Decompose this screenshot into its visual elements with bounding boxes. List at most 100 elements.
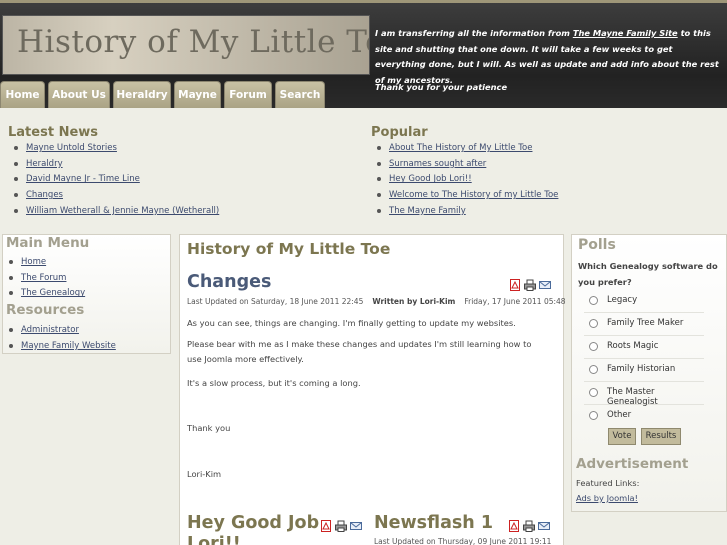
radio-button[interactable] xyxy=(589,319,598,328)
print-icon[interactable] xyxy=(335,520,347,532)
list-item: Mayne Untold Stories xyxy=(8,141,348,157)
featured-links-label: Featured Links: xyxy=(576,478,640,488)
nav-tab-about-us[interactable]: About Us xyxy=(48,81,110,108)
nav-tab-mayne[interactable]: Mayne xyxy=(174,81,221,108)
article-paragraph: As you can see, things are changing. I'm… xyxy=(187,318,516,328)
popular-link[interactable]: About The History of My Little Toe xyxy=(389,143,532,153)
list-item: About The History of My Little Toe xyxy=(371,141,711,157)
list-item: Administrator xyxy=(3,323,168,339)
article-body: As you can see, things are changing. I'm… xyxy=(187,316,547,482)
list-item: Changes xyxy=(8,188,348,204)
email-icon[interactable] xyxy=(350,520,362,532)
pdf-icon[interactable] xyxy=(508,520,520,532)
pdf-icon[interactable] xyxy=(320,520,332,532)
main-menu-genealogy-link[interactable]: The Genealogy xyxy=(21,288,85,298)
article-title[interactable]: Changes xyxy=(187,272,271,292)
article-signature: Lori-Kim xyxy=(187,468,222,479)
poll-option-label: Family Tree Maker xyxy=(607,318,684,328)
popular-link[interactable]: Surnames sought after xyxy=(389,159,486,169)
radio-button[interactable] xyxy=(589,388,598,397)
latest-news-title: Latest News xyxy=(8,125,99,140)
results-button[interactable]: Results xyxy=(641,428,681,445)
article-paragraph: Thank you xyxy=(187,423,231,433)
page-title: History of My Little Toe xyxy=(187,240,391,258)
list-item: Home xyxy=(3,255,168,271)
list-item: Mayne Family Website xyxy=(3,339,168,355)
list-item: The Forum xyxy=(3,271,168,287)
resources-list: Administrator Mayne Family Website xyxy=(3,323,168,354)
list-item: David Mayne Jr - Time Line xyxy=(8,172,348,188)
email-icon[interactable] xyxy=(539,279,551,291)
main-menu-forum-link[interactable]: The Forum xyxy=(21,273,66,283)
main-menu-home-link[interactable]: Home xyxy=(21,257,46,267)
logo-text: History of My Little Toe xyxy=(17,24,370,60)
ads-by-joomla-link[interactable]: Ads by Joomla! xyxy=(576,493,638,503)
nav-tab-home[interactable]: Home xyxy=(0,81,45,108)
latest-news-link[interactable]: William Wetherall & Jennie Mayne (Wether… xyxy=(26,206,219,216)
popular-link[interactable]: Welcome to The History of my Little Toe xyxy=(389,190,558,200)
main-menu-title: Main Menu xyxy=(6,235,90,251)
latest-news-link[interactable]: Changes xyxy=(26,190,63,200)
polls-title: Polls xyxy=(578,237,616,253)
poll-option[interactable]: Legacy xyxy=(584,291,704,313)
header-top-line xyxy=(0,0,727,3)
mayne-family-website-link[interactable]: Mayne Family Website xyxy=(21,341,116,351)
article3-updated: Last Updated on Thursday, 09 June 2011 1… xyxy=(374,537,552,545)
right-sidebar: Polls Which Genealogy software do you pr… xyxy=(571,234,727,512)
article2-title[interactable]: Hey Good Job Lori!! xyxy=(187,513,319,545)
poll-option-label: Family Historian xyxy=(607,364,676,374)
list-item: William Wetherall & Jennie Mayne (Wether… xyxy=(8,204,348,220)
poll-option-label: Other xyxy=(607,410,632,420)
left-sidebar: Main Menu Home The Forum The Genealogy R… xyxy=(2,234,171,354)
email-icon[interactable] xyxy=(538,520,550,532)
resources-title: Resources xyxy=(6,302,85,318)
announcement-thanks: Thank you for your patience xyxy=(375,82,508,92)
poll-option[interactable]: The Master Genealogist xyxy=(584,383,704,407)
print-icon[interactable] xyxy=(523,520,535,532)
site-logo[interactable]: History of My Little Toe xyxy=(2,15,370,75)
poll-option-label: The Master Genealogist xyxy=(607,387,658,407)
latest-news-link[interactable]: Heraldry xyxy=(26,159,63,169)
popular-link[interactable]: The Mayne Family xyxy=(389,206,466,216)
article-paragraph: It's a slow process, but it's coming a l… xyxy=(187,377,361,388)
poll-option-label: Roots Magic xyxy=(607,341,659,351)
announce-pre: I am transferring all the information fr… xyxy=(375,28,573,38)
poll-option[interactable]: Family Tree Maker xyxy=(584,314,704,336)
popular-link[interactable]: Hey Good Job Lori!! xyxy=(389,174,472,184)
latest-news-link[interactable]: David Mayne Jr - Time Line xyxy=(26,174,140,184)
poll-option[interactable]: Roots Magic xyxy=(584,337,704,359)
site-header: History of My Little Toe I am transferri… xyxy=(0,0,727,108)
list-item: The Genealogy xyxy=(3,286,168,302)
list-item: Hey Good Job Lori!! xyxy=(371,172,711,188)
nav-tab-forum[interactable]: Forum xyxy=(224,81,272,108)
nav-tab-search[interactable]: Search xyxy=(275,81,325,108)
article-author: Written by Lori-Kim xyxy=(372,297,456,306)
latest-news-list: Mayne Untold Stories Heraldry David Mayn… xyxy=(8,141,348,219)
radio-button[interactable] xyxy=(589,365,598,374)
article-meta: Last Updated on Saturday, 18 June 2011 2… xyxy=(187,297,566,306)
poll-option[interactable]: Family Historian xyxy=(584,360,704,382)
radio-button[interactable] xyxy=(589,342,598,351)
latest-news-link[interactable]: Mayne Untold Stories xyxy=(26,143,117,153)
article-paragraph: Please bear with me as I make these chan… xyxy=(187,338,532,365)
poll-option-label: Legacy xyxy=(607,295,638,305)
article2-title-line: Lori!! xyxy=(187,534,241,545)
list-item: The Mayne Family xyxy=(371,204,711,220)
pdf-icon[interactable] xyxy=(509,279,521,291)
radio-button[interactable] xyxy=(589,411,598,420)
vote-button[interactable]: Vote xyxy=(608,428,636,445)
article-date: Friday, 17 June 2011 05:48 xyxy=(464,297,566,306)
list-item: Surnames sought after xyxy=(371,157,711,173)
main-menu-list: Home The Forum The Genealogy xyxy=(3,255,168,302)
advertisement-title: Advertisement xyxy=(576,456,689,472)
print-icon[interactable] xyxy=(524,279,536,291)
list-item: Welcome to The History of my Little Toe xyxy=(371,188,711,204)
nav-tab-heraldry[interactable]: Heraldry xyxy=(113,81,171,108)
radio-button[interactable] xyxy=(589,296,598,305)
popular-list: About The History of My Little Toe Surna… xyxy=(371,141,711,219)
administrator-link[interactable]: Administrator xyxy=(21,325,79,335)
article3-title[interactable]: Newsflash 1 xyxy=(374,513,493,533)
poll-option[interactable]: Other xyxy=(584,406,704,428)
popular-title: Popular xyxy=(371,125,428,140)
mayne-family-site-link[interactable]: The Mayne Family Site xyxy=(573,28,678,38)
